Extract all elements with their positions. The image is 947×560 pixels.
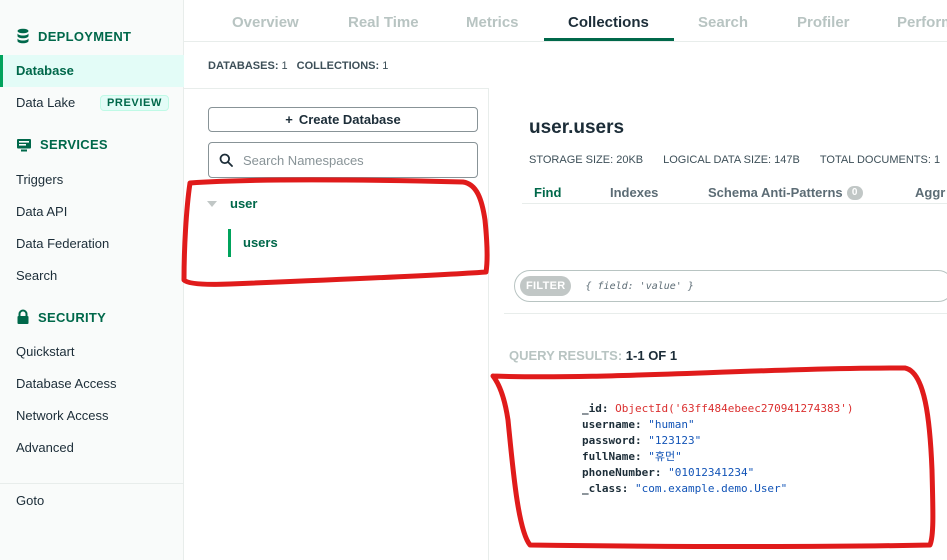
schema-count-badge: 0: [846, 185, 863, 200]
section-deployment-label: DEPLOYMENT: [38, 28, 132, 44]
tab-metrics[interactable]: Metrics: [466, 14, 519, 31]
tabs-divider: [184, 41, 947, 42]
tab-profiler[interactable]: Profiler: [797, 14, 850, 31]
lock-icon: [17, 309, 29, 324]
subtab-indexes[interactable]: Indexes: [610, 185, 658, 200]
plus-icon: +: [285, 112, 293, 127]
filter-badge: FILTER: [520, 276, 572, 296]
sidebar-item-data-lake[interactable]: Data Lake: [16, 95, 75, 110]
section-deployment: DEPLOYMENT: [16, 28, 131, 44]
logical-data-size: LOGICAL DATA SIZE: 147B: [663, 154, 800, 166]
namespace-search: [208, 142, 478, 178]
sidebar-item-quickstart[interactable]: Quickstart: [16, 344, 75, 359]
section-security: SECURITY: [16, 309, 106, 325]
databases-count: DATABASES: 1: [208, 60, 288, 72]
query-results-range: 1-1 OF 1: [625, 348, 678, 363]
query-results-label: QUERY RESULTS:: [509, 348, 623, 363]
namespace-search-input[interactable]: [243, 152, 463, 168]
database-icon: [17, 28, 29, 44]
document-field-class: _class: "com.example.demo.User": [582, 482, 788, 495]
namespace-collection-users[interactable]: users: [228, 229, 278, 257]
subtab-aggregation[interactable]: Aggr: [915, 185, 945, 200]
sidebar-item-goto[interactable]: Goto: [16, 493, 44, 508]
tab-overview[interactable]: Overview: [232, 14, 299, 31]
sidebar-item-triggers[interactable]: Triggers: [16, 172, 63, 187]
tab-collections[interactable]: Collections: [568, 14, 649, 31]
subtabs-divider: [522, 203, 947, 204]
search-icon: [219, 153, 233, 167]
sidebar-item-advanced[interactable]: Advanced: [16, 440, 74, 455]
sidebar-item-search[interactable]: Search: [16, 268, 57, 283]
filter-bar[interactable]: FILTER { field: 'value' }: [514, 270, 947, 302]
sidebar-item-database-access[interactable]: Database Access: [16, 376, 116, 391]
subtab-find[interactable]: Find: [534, 185, 561, 200]
section-services-label: SERVICES: [40, 137, 108, 152]
document-field-fullname: fullName: "휴먼": [582, 450, 682, 463]
services-icon: [17, 138, 31, 151]
sidebar-item-network-access[interactable]: Network Access: [16, 408, 108, 423]
create-database-button[interactable]: + Create Database: [208, 107, 478, 132]
result-document: _id: ObjectId('63ff484ebeec270941274383'…: [582, 401, 854, 497]
cluster-counts: DATABASES: 1 COLLECTIONS: 1: [208, 60, 388, 72]
filter-divider: [504, 313, 947, 314]
storage-size: STORAGE SIZE: 20KB: [529, 154, 644, 166]
namespace-database-user[interactable]: user: [206, 196, 257, 211]
subtab-schema-anti-patterns[interactable]: Schema Anti-Patterns 0: [708, 185, 863, 200]
document-field-password: password: "123123": [582, 434, 702, 447]
create-database-label: Create Database: [298, 112, 401, 127]
sidebar-item-data-federation[interactable]: Data Federation: [16, 236, 109, 251]
document-field-id: _id: ObjectId('63ff484ebeec270941274383'…: [582, 402, 854, 415]
total-documents: TOTAL DOCUMENTS: 1: [819, 154, 941, 166]
tab-real-time[interactable]: Real Time: [348, 14, 419, 31]
left-sidebar: DEPLOYMENT Database Data Lake PREVIEW SE…: [0, 0, 184, 560]
collection-title: user.users: [529, 117, 625, 138]
sidebar-item-database[interactable]: Database: [0, 55, 184, 87]
tab-performance[interactable]: Perform: [897, 14, 947, 31]
sidebar-item-data-api[interactable]: Data API: [16, 204, 67, 219]
collections-count: COLLECTIONS: 1: [296, 60, 389, 72]
subtab-schema-label: Schema Anti-Patterns: [708, 185, 843, 200]
caret-down-icon[interactable]: [206, 200, 218, 208]
tab-search[interactable]: Search: [698, 14, 748, 31]
query-results-summary: QUERY RESULTS: 1-1 OF 1: [509, 348, 677, 363]
collection-stats: STORAGE SIZE: 20KB LOGICAL DATA SIZE: 14…: [529, 154, 940, 166]
preview-badge: PREVIEW: [100, 95, 169, 111]
section-services: SERVICES: [16, 137, 108, 152]
section-security-label: SECURITY: [38, 309, 107, 325]
document-field-phone: phoneNumber: "01012341234": [582, 466, 755, 479]
document-field-username: username: "human": [582, 418, 695, 431]
sidebar-divider: [0, 483, 184, 484]
database-name: user: [230, 196, 258, 211]
filter-input[interactable]: { field: 'value' }: [585, 281, 693, 292]
